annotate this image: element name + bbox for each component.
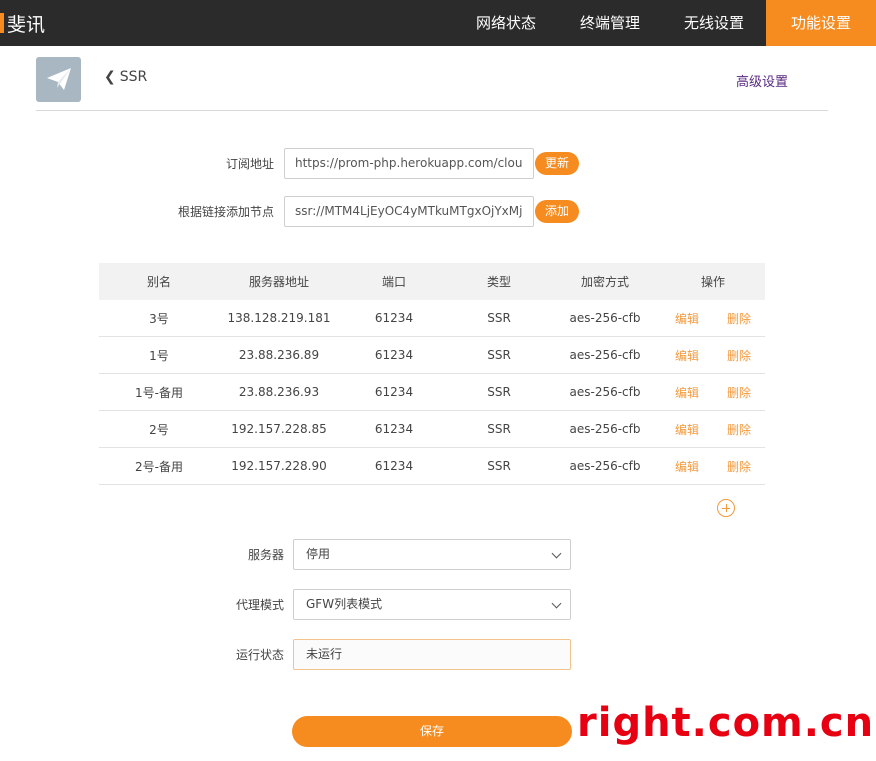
table-row: 2号 192.157.228.85 61234 SSR aes-256-cfb … xyxy=(99,411,765,448)
subscription-row: 订阅地址 https://prom-php.herokuapp.com/clou… xyxy=(0,148,580,179)
chevron-down-icon xyxy=(551,598,562,609)
cell-server: 138.128.219.181 xyxy=(227,311,331,325)
cell-alias: 2号-备用 xyxy=(135,459,183,474)
nav-network-status[interactable]: 网络状态 xyxy=(454,0,558,46)
brand-logo-mark xyxy=(0,13,4,33)
column-header-alias: 别名 xyxy=(146,275,171,289)
cell-cipher: aes-256-cfb xyxy=(569,348,641,362)
top-navigation-bar: 斐讯 网络状态 终端管理 无线设置 功能设置 xyxy=(0,0,876,46)
server-label: 服务器 xyxy=(247,548,284,562)
cell-type: SSR xyxy=(487,459,511,473)
server-select[interactable]: 停用 xyxy=(293,539,571,570)
cell-type: SSR xyxy=(487,311,511,325)
main-nav: 网络状态 终端管理 无线设置 功能设置 xyxy=(454,0,876,46)
cell-server: 23.88.236.89 xyxy=(238,348,320,362)
run-status-label: 运行状态 xyxy=(235,648,284,662)
cell-alias: 1号 xyxy=(149,348,169,363)
table-row: 2号-备用 192.157.228.90 61234 SSR aes-256-c… xyxy=(99,448,765,485)
plus-circle-icon[interactable] xyxy=(717,499,735,517)
edit-button[interactable]: 编辑 xyxy=(675,347,699,364)
edit-button[interactable]: 编辑 xyxy=(675,458,699,475)
proxy-mode-row: 代理模式 GFW列表模式 xyxy=(0,589,571,620)
add-node-row: 根据链接添加节点 ssr://MTM4LjEyOC4yMTkuMTgxOjYxM… xyxy=(0,196,580,227)
brand: 斐讯 xyxy=(0,0,45,46)
cell-type: SSR xyxy=(487,348,511,362)
column-header-cipher: 加密方式 xyxy=(580,275,629,289)
column-header-actions: 操作 xyxy=(661,273,765,290)
subscription-label: 订阅地址 xyxy=(225,157,274,171)
edit-button[interactable]: 编辑 xyxy=(675,384,699,401)
delete-button[interactable]: 删除 xyxy=(727,421,751,438)
table-row: 3号 138.128.219.181 61234 SSR aes-256-cfb… xyxy=(99,300,765,337)
cell-alias: 1号-备用 xyxy=(135,385,183,400)
update-button[interactable]: 更新 xyxy=(535,152,580,175)
cell-server: 192.157.228.90 xyxy=(231,459,327,473)
cell-port: 61234 xyxy=(374,422,414,436)
cell-server: 192.157.228.85 xyxy=(231,422,327,436)
cell-cipher: aes-256-cfb xyxy=(569,311,641,325)
site-watermark: right.com.cn xyxy=(577,700,876,761)
edit-button[interactable]: 编辑 xyxy=(675,421,699,438)
proxy-mode-label: 代理模式 xyxy=(235,598,284,612)
run-status-value: 未运行 xyxy=(293,639,571,670)
page-title: SSR xyxy=(119,69,148,85)
cell-cipher: aes-256-cfb xyxy=(569,385,641,399)
brand-name: 斐讯 xyxy=(7,13,46,36)
column-header-port: 端口 xyxy=(381,275,406,289)
cell-port: 61234 xyxy=(374,459,414,473)
column-header-actions-label: 操作 xyxy=(700,275,725,289)
cell-port: 61234 xyxy=(374,348,414,362)
cell-type: SSR xyxy=(487,422,511,436)
table-header: 别名 服务器地址 端口 类型 加密方式 操作 xyxy=(99,263,765,300)
subscription-url-input[interactable]: https://prom-php.herokuapp.com/clou xyxy=(284,148,534,179)
cell-actions: 编辑 删除 xyxy=(661,384,765,401)
table-row: 1号 23.88.236.89 61234 SSR aes-256-cfb 编辑… xyxy=(99,337,765,374)
cell-actions: 编辑 删除 xyxy=(661,458,765,475)
proxy-mode-select[interactable]: GFW列表模式 xyxy=(293,589,571,620)
add-node-label: 根据链接添加节点 xyxy=(177,205,274,219)
nav-device-management[interactable]: 终端管理 xyxy=(558,0,662,46)
cell-actions: 编辑 删除 xyxy=(661,310,765,327)
cell-cipher: aes-256-cfb xyxy=(569,459,641,473)
column-header-server: 服务器地址 xyxy=(248,275,309,289)
table-row: 1号-备用 23.88.236.93 61234 SSR aes-256-cfb… xyxy=(99,374,765,411)
cell-actions: 编辑 删除 xyxy=(661,421,765,438)
run-status-row: 运行状态 未运行 xyxy=(0,639,571,670)
nav-feature-settings[interactable]: 功能设置 xyxy=(766,0,876,46)
cell-alias: 2号 xyxy=(149,422,169,437)
edit-button[interactable]: 编辑 xyxy=(675,310,699,327)
proxy-mode-select-value: GFW列表模式 xyxy=(306,597,383,611)
node-table: 别名 服务器地址 端口 类型 加密方式 操作 3号 138.128.219.18… xyxy=(99,263,765,485)
server-row: 服务器 停用 xyxy=(0,539,571,570)
back-link[interactable]: ❮ SSR xyxy=(104,69,147,85)
advanced-settings-link[interactable]: 高级设置 xyxy=(736,71,788,90)
watermark-text: right.com.cn xyxy=(577,700,875,746)
save-button[interactable]: 保存 xyxy=(292,716,572,747)
column-header-type: 类型 xyxy=(486,275,511,289)
delete-button[interactable]: 删除 xyxy=(727,347,751,364)
delete-button[interactable]: 删除 xyxy=(727,458,751,475)
delete-button[interactable]: 删除 xyxy=(727,384,751,401)
cell-alias: 3号 xyxy=(149,311,169,326)
node-link-input[interactable]: ssr://MTM4LjEyOC4yMTkuMTgxOjYxMj xyxy=(284,196,534,227)
cell-actions: 编辑 删除 xyxy=(661,347,765,364)
chevron-left-icon: ❮ xyxy=(104,69,116,85)
cell-type: SSR xyxy=(487,385,511,399)
chevron-down-icon xyxy=(551,548,562,559)
delete-button[interactable]: 删除 xyxy=(727,310,751,327)
cell-server: 23.88.236.93 xyxy=(238,385,320,399)
page-header: ❮ SSR 高级设置 xyxy=(36,57,828,111)
cell-cipher: aes-256-cfb xyxy=(569,422,641,436)
paper-plane-icon xyxy=(36,57,81,102)
cell-port: 61234 xyxy=(374,385,414,399)
add-node-button[interactable]: 添加 xyxy=(535,200,580,223)
cell-port: 61234 xyxy=(374,311,414,325)
nav-wireless-settings[interactable]: 无线设置 xyxy=(662,0,766,46)
server-select-value: 停用 xyxy=(306,547,331,561)
